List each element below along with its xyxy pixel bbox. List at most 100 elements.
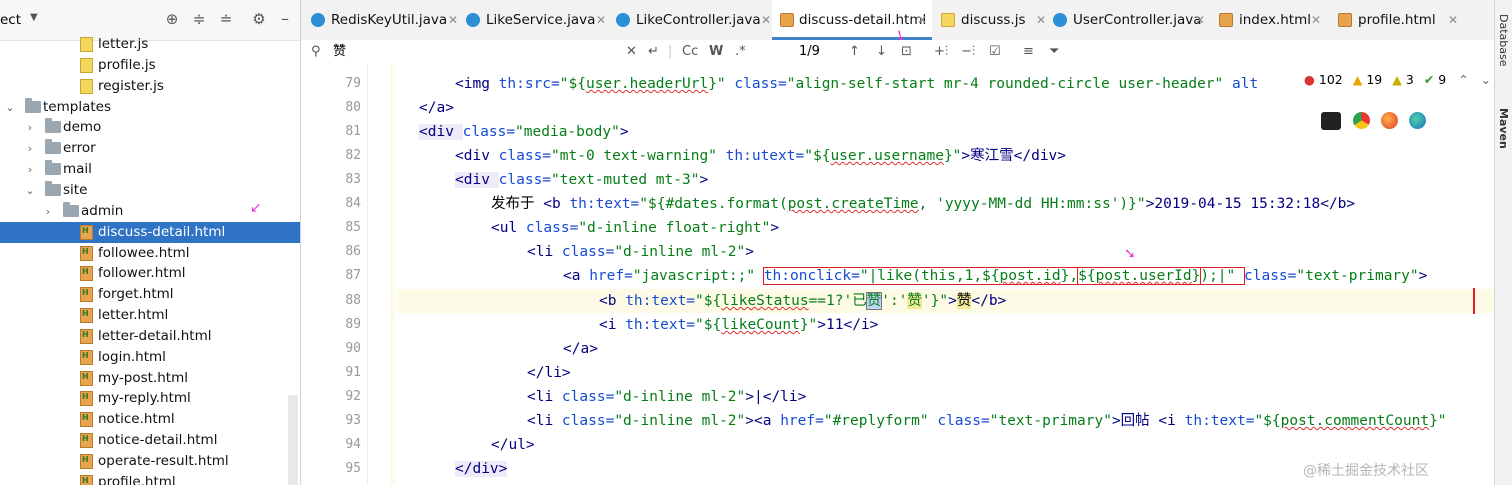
tab-label: LikeController.java [636, 12, 761, 28]
edge-icon[interactable] [1409, 112, 1426, 129]
close-icon[interactable]: ✕ [448, 0, 458, 40]
tree-item-letter-detail-html[interactable]: letter-detail.html [0, 324, 300, 347]
remove-occurrence-icon[interactable]: −⫶ [961, 42, 975, 62]
chevron-right-icon[interactable]: › [25, 138, 35, 159]
chevron-right-icon[interactable]: › [25, 117, 35, 138]
tree-item-label: discuss-detail.html [98, 223, 226, 240]
clear-icon[interactable]: ✕ [626, 42, 637, 62]
line-number: 93 [345, 413, 361, 428]
tab-usercontroller-java[interactable]: UserController.java ✕ [1053, 0, 1208, 40]
tab-profile-html[interactable]: profile.html ✕ [1338, 0, 1458, 40]
tab-rediskeyutil-java[interactable]: RedisKeyUtil.java ✕ [311, 0, 461, 40]
chevron-down-icon[interactable]: ▼ [30, 12, 38, 23]
maven-tool-button[interactable]: Maven [1497, 108, 1510, 149]
gear-icon[interactable]: ⚙ [250, 10, 268, 28]
line-number: 79 [345, 76, 361, 91]
chevron-up-icon[interactable]: ⌃ [1458, 72, 1468, 87]
intellij-browser-icon[interactable] [1321, 112, 1341, 130]
tree-item-followee-html[interactable]: followee.html [0, 241, 300, 264]
warning-icon: ▲ [1352, 72, 1363, 87]
code-line-83: <div class="text-muted mt-3"> [455, 172, 709, 188]
line-number: 83 [345, 172, 361, 187]
regex-toggle[interactable]: .* [735, 42, 746, 62]
java-class-icon [616, 13, 630, 27]
tab-likeservice-java[interactable]: LikeService.java ✕ [466, 0, 611, 40]
tab-discuss-js[interactable]: discuss.js ✕ [941, 0, 1051, 40]
chevron-down-icon[interactable]: ⌄ [1481, 72, 1491, 87]
whole-words-toggle[interactable]: W [709, 42, 723, 62]
match-case-toggle[interactable]: Cc [682, 42, 698, 62]
close-icon[interactable]: ✕ [1195, 0, 1205, 40]
tree-item-forget-html[interactable]: forget.html [0, 282, 300, 305]
chevron-down-icon[interactable]: ⌄ [25, 180, 35, 201]
tree-item-operate-result-html[interactable]: operate-result.html [0, 449, 300, 472]
tree-scrollbar[interactable] [288, 395, 298, 485]
code-line-93: <li class="d-inline ml-2"><a href="#repl… [527, 413, 1447, 429]
line-number: 81 [345, 124, 361, 139]
tab-label: profile.html [1358, 12, 1436, 28]
minimize-icon[interactable]: – [276, 10, 294, 28]
html-file-icon [80, 366, 93, 387]
close-icon[interactable]: ✕ [1448, 0, 1458, 40]
tree-item-my-reply-html[interactable]: my-reply.html [0, 386, 300, 409]
close-icon[interactable]: ✕ [917, 0, 927, 40]
tree-item-follower-html[interactable]: follower.html [0, 261, 300, 284]
html-file-icon [80, 324, 93, 345]
database-tool-button[interactable]: Database [1497, 14, 1510, 67]
chevron-down-icon[interactable]: ⌄ [5, 97, 15, 118]
arrow-up-icon[interactable]: ↑ [849, 42, 860, 62]
typo-count: 9 [1438, 72, 1447, 87]
tree-item-site[interactable]: ⌄ site [0, 180, 300, 201]
arrow-down-icon[interactable]: ↓ [876, 42, 887, 62]
inspection-widget[interactable]: ● 102 ▲ 19 ▲ 3 ✔ 9 ⌃ ⌄ [1304, 70, 1492, 90]
chevron-right-icon[interactable]: › [25, 159, 35, 180]
tab-discuss-detail-html[interactable]: discuss-detail.html ✕ [772, 0, 932, 40]
close-icon[interactable]: ✕ [1036, 0, 1046, 40]
tab-likecontroller-java[interactable]: LikeController.java ✕ [616, 0, 776, 40]
js-file-icon [80, 78, 93, 94]
tree-item-label: followee.html [98, 244, 190, 261]
code-line-87: <a href="javascript:;" th:onclick="|like… [563, 267, 1428, 285]
tree-item-error[interactable]: › error [0, 138, 300, 159]
tree-item-login-html[interactable]: login.html [0, 345, 300, 368]
tree-item-notice-html[interactable]: notice.html [0, 407, 300, 430]
tree-item-register-js[interactable]: register.js [0, 76, 300, 97]
search-icon: ⚲ [311, 44, 321, 59]
tree-item-mail[interactable]: › mail [0, 159, 300, 180]
chrome-icon[interactable] [1353, 112, 1370, 129]
add-occurrence-icon[interactable]: +⫶ [934, 42, 948, 62]
open-in-window-icon[interactable]: ≡ [1023, 42, 1034, 62]
tab-index-html[interactable]: index.html ✕ [1219, 0, 1324, 40]
folder-icon [25, 97, 41, 113]
tree-item-profile-js[interactable]: profile.js [0, 55, 300, 76]
filter-icon[interactable]: ⏷ [1049, 42, 1059, 62]
tree-item-demo[interactable]: › demo [0, 117, 300, 138]
firefox-icon[interactable] [1381, 112, 1398, 129]
select-all-icon[interactable]: ⊡ [901, 42, 912, 62]
tree-item-label: admin [81, 202, 124, 219]
close-icon[interactable]: ✕ [761, 0, 771, 40]
tree-item-discuss-detail-html[interactable]: discuss-detail.html [0, 220, 300, 243]
project-view-label[interactable]: ect [0, 12, 21, 28]
code-editor[interactable]: <img th:src="${user.headerUrl}" class="a… [391, 64, 1494, 485]
annotation-arrow: ↙ [250, 200, 262, 216]
new-line-icon[interactable]: ↵ [648, 42, 659, 62]
select-all-occurrences-icon[interactable]: ☑ [989, 42, 1001, 62]
code-line-89: <i th:text="${likeCount}">11</i> [599, 317, 879, 333]
tree-item-notice-detail-html[interactable]: notice-detail.html [0, 428, 300, 451]
tree-item-letter-js[interactable]: letter.js [0, 34, 300, 55]
tree-item-profile-html[interactable]: profile.html [0, 470, 300, 485]
close-icon[interactable]: ✕ [1311, 0, 1321, 40]
tree-item-letter-html[interactable]: letter.html [0, 303, 300, 326]
expand-all-icon[interactable]: ≑ [190, 10, 208, 28]
chevron-right-icon[interactable]: › [43, 201, 53, 222]
tree-item-label: letter.js [98, 36, 149, 52]
collapse-all-icon[interactable]: ≐ [217, 10, 235, 28]
search-input[interactable]: 赞 [333, 42, 346, 62]
tree-item-my-post-html[interactable]: my-post.html [0, 366, 300, 389]
tab-label: RedisKeyUtil.java [331, 12, 448, 28]
locate-icon[interactable]: ⊕ [163, 10, 181, 28]
close-icon[interactable]: ✕ [596, 0, 606, 40]
tree-item-templates[interactable]: ⌄ templates [0, 97, 300, 118]
code-line-90: </a> [563, 341, 598, 357]
